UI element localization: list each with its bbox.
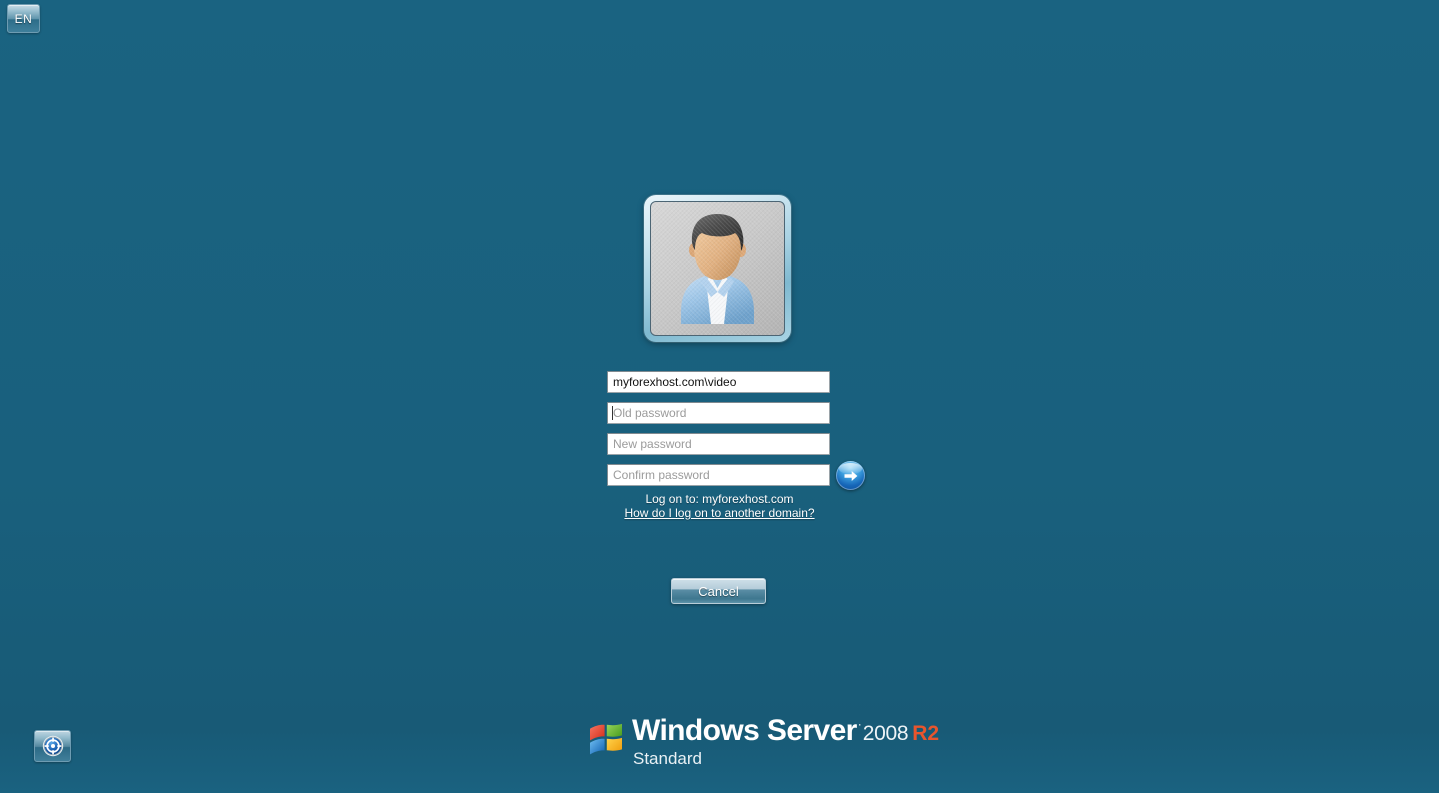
username-field-row <box>607 371 830 393</box>
windows-flag-icon <box>590 723 622 755</box>
arrow-right-icon <box>844 470 857 481</box>
windows-server-branding: Windows Server · 2008 R2 Standard <box>588 716 939 769</box>
new-password-field-row <box>607 433 830 455</box>
user-avatar-icon <box>681 214 754 324</box>
brand-release: R2 <box>912 722 940 745</box>
confirm-password-input[interactable] <box>607 464 830 486</box>
brand-product-name: Windows Server <box>632 714 857 747</box>
brand-title-line: Windows Server · 2008 R2 <box>632 716 939 746</box>
ease-of-access-icon <box>42 735 63 757</box>
logon-domain-text: Log on to: myforexhost.com <box>645 492 794 506</box>
brand-edition: Standard <box>633 749 702 768</box>
login-screen: EN myforexhost.com\video Old password Ne… <box>0 0 1439 793</box>
avatar-frame <box>644 195 791 342</box>
confirm-password-field-row <box>607 464 830 486</box>
username-input[interactable] <box>607 371 830 393</box>
new-password-input[interactable] <box>607 433 830 455</box>
brand-trademark: · <box>857 717 862 731</box>
brand-text: Windows Server · 2008 R2 Standard <box>632 716 939 768</box>
cancel-button[interactable]: Cancel <box>671 578 766 604</box>
avatar <box>650 201 785 336</box>
another-domain-link[interactable]: How do I log on to another domain? <box>0 506 1439 520</box>
text-cursor <box>612 406 613 420</box>
ease-of-access-button[interactable] <box>34 730 71 762</box>
old-password-input[interactable] <box>607 402 830 424</box>
old-password-field-row <box>607 402 830 424</box>
submit-button[interactable] <box>836 461 865 490</box>
brand-year: 2008 <box>862 722 909 745</box>
login-panel: Log on to: myforexhost.com How do I log … <box>0 0 1439 793</box>
cancel-button-label: Cancel <box>698 583 739 599</box>
